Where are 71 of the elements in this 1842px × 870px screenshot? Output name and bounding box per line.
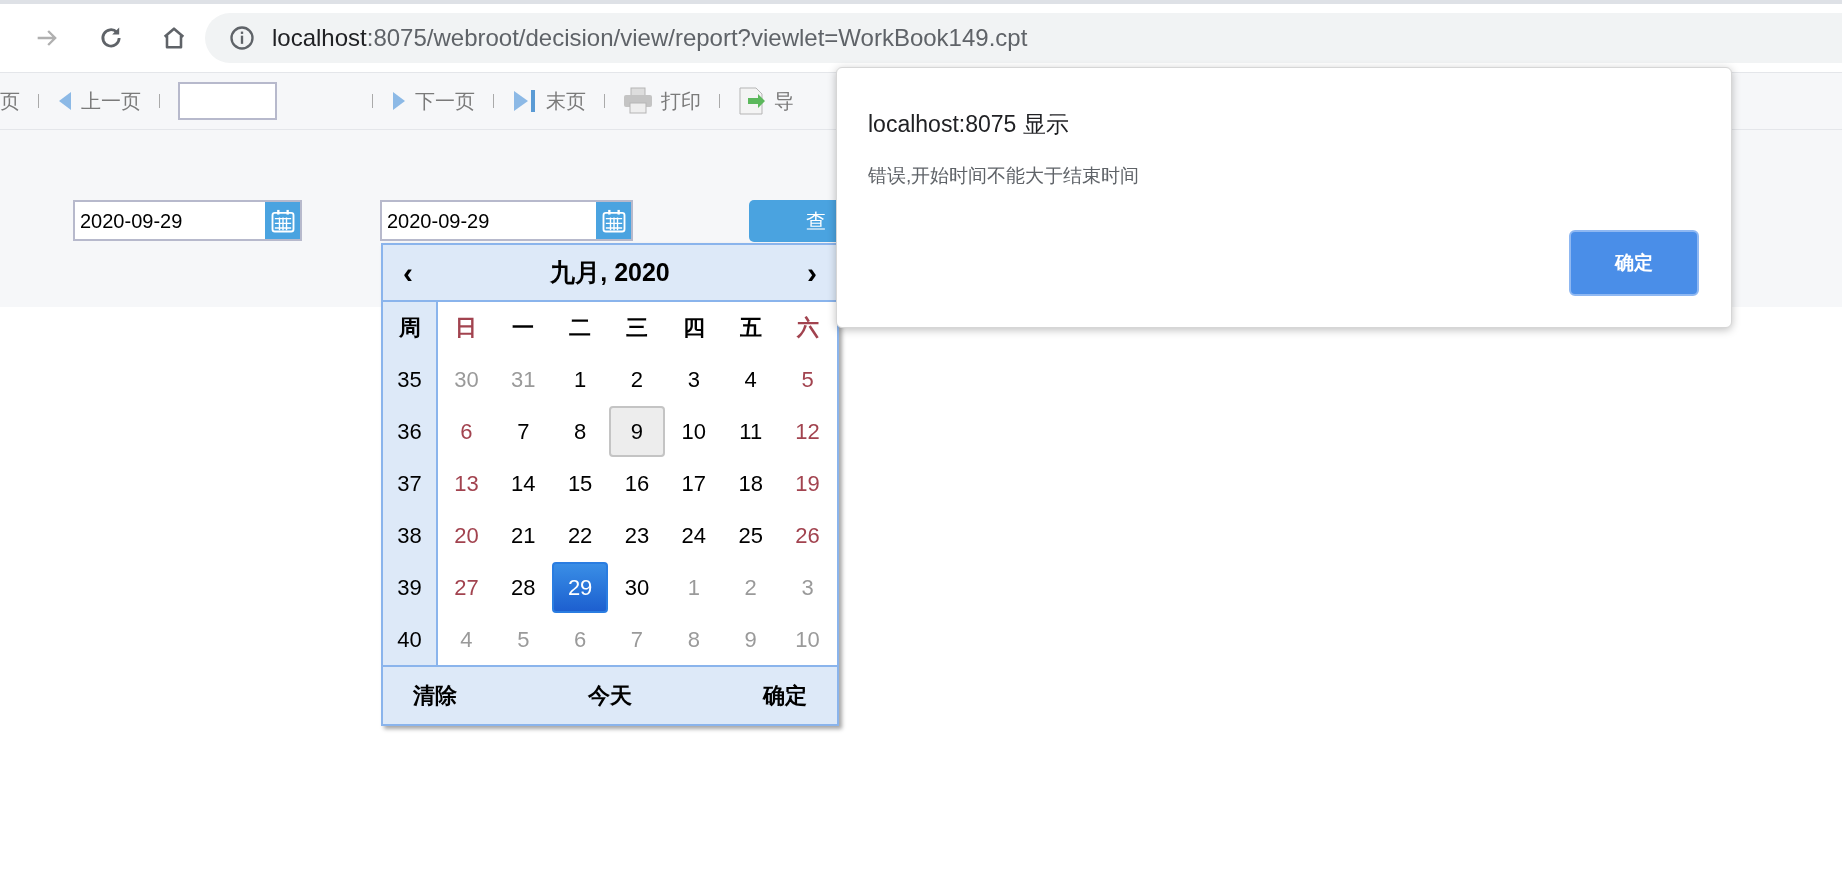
dialog-message: 错误,开始时间不能大于结束时间 [868, 163, 1140, 188]
day-cell[interactable]: 12 [779, 405, 836, 457]
day-cell[interactable]: 22 [552, 509, 609, 561]
day-cell[interactable]: 13 [438, 457, 495, 509]
calendar-icon[interactable] [265, 202, 300, 239]
day-cell[interactable]: 29 [552, 561, 609, 613]
day-cell[interactable]: 4 [722, 353, 779, 405]
url-text: localhost:8075/webroot/decision/view/report?viewlet=WorkBook149.cpt [272, 23, 1028, 53]
day-cell[interactable]: 15 [552, 457, 609, 509]
calendar-footer-button[interactable]: 清除 [413, 679, 457, 712]
weekday-header: 二 [568, 314, 593, 342]
info-icon[interactable] [228, 24, 256, 52]
calendar-icon[interactable] [596, 202, 631, 239]
day-cell[interactable]: 6 [438, 405, 495, 457]
week-header: 周 [397, 314, 422, 342]
date-field[interactable]: 2020-09-29 [380, 200, 633, 241]
day-cell[interactable]: 10 [665, 405, 722, 457]
weekday-header: 日 [454, 314, 479, 342]
week-number: 36 [396, 417, 423, 446]
toolbar-button[interactable]: 下一页 [391, 86, 475, 116]
next-month-button[interactable]: › [807, 257, 817, 288]
weekday-header: 五 [738, 314, 763, 342]
page-number-field[interactable] [178, 82, 277, 120]
calendar-footer-button[interactable]: 今天 [588, 679, 632, 712]
weekday-header: 四 [681, 314, 706, 342]
week-number: 40 [396, 625, 423, 654]
previous-month-button[interactable]: ‹ [403, 257, 413, 288]
left-triangle-icon [57, 90, 73, 112]
day-cell[interactable]: 8 [552, 405, 609, 457]
toolbar-label: 页 [0, 89, 20, 114]
toolbar-button[interactable]: 上一页 [57, 86, 141, 116]
day-cell[interactable]: 1 [552, 353, 609, 405]
day-cell[interactable]: 2 [609, 353, 665, 405]
day-cell[interactable]: 23 [609, 509, 665, 561]
day-cell[interactable]: 5 [779, 353, 836, 405]
day-cell[interactable]: 7 [495, 405, 552, 457]
month-title: 九月, 2020 [550, 256, 670, 288]
date-field[interactable]: 2020-09-29 [73, 200, 302, 241]
right-triangle-icon [391, 90, 407, 112]
export-icon [738, 86, 766, 116]
weekday-header: 六 [795, 314, 820, 342]
weekday-header: 一 [511, 314, 536, 342]
day-cell[interactable]: 18 [722, 457, 779, 509]
day-cell[interactable]: 14 [495, 457, 552, 509]
day-cell[interactable]: 30 [609, 561, 665, 613]
week-number: 35 [396, 365, 423, 394]
day-cell[interactable]: 19 [779, 457, 836, 509]
weekday-header: 三 [625, 314, 649, 342]
day-cell[interactable]: 24 [665, 509, 722, 561]
day-cell[interactable]: 11 [722, 405, 779, 457]
day-cell[interactable]: 21 [495, 509, 552, 561]
skip-to-end-icon [512, 89, 538, 113]
dialog-title: localhost:8075 显示 [868, 110, 1069, 139]
day-cell[interactable]: 3 [665, 353, 722, 405]
day-cell[interactable]: 9 [609, 405, 665, 457]
day-cell[interactable]: 28 [495, 561, 552, 613]
address-bar[interactable]: localhost:8075/webroot/decision/view/report?viewlet=WorkBook149.cpt [205, 13, 1842, 63]
week-number: 38 [396, 521, 423, 550]
week-number: 37 [396, 469, 423, 498]
toolbar-button[interactable]: 末页 [512, 86, 586, 116]
week-number: 39 [396, 573, 423, 602]
day-cell[interactable]: 20 [438, 509, 495, 561]
toolbar-button[interactable]: 打印 [623, 86, 701, 116]
day-cell[interactable]: 25 [722, 509, 779, 561]
toolbar-button[interactable]: 导 [738, 86, 794, 116]
calendar-footer-button[interactable]: 确定 [763, 679, 807, 712]
printer-icon [623, 87, 653, 115]
day-cell[interactable]: 16 [609, 457, 665, 509]
day-cell[interactable]: 27 [438, 561, 495, 613]
day-cell[interactable]: 26 [779, 509, 836, 561]
day-cell[interactable]: 17 [665, 457, 722, 509]
